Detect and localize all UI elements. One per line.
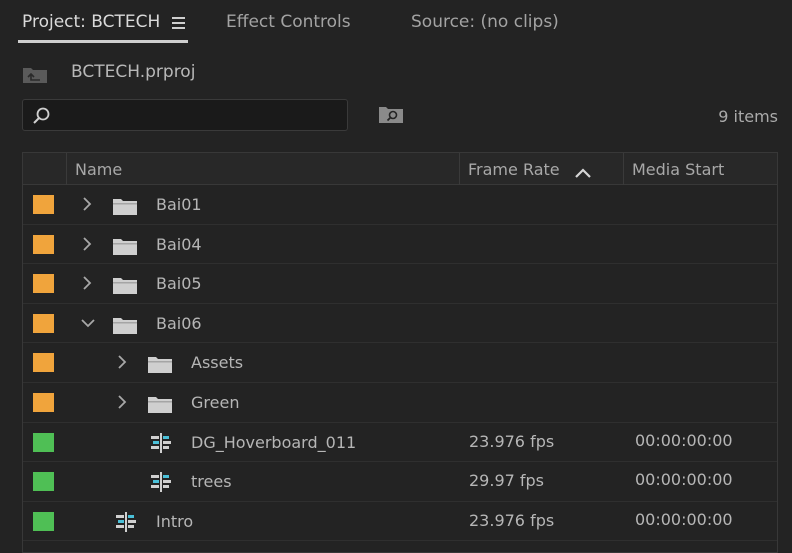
folder-icon [113,197,138,219]
item-name[interactable]: trees [191,472,232,491]
label-color-swatch[interactable] [33,511,54,531]
folder-icon [113,237,138,259]
tab-source[interactable]: Source: (no clips) [411,12,559,32]
chevron-right-icon[interactable] [80,236,94,256]
column-header-frame-rate[interactable]: Frame Rate [459,153,623,185]
active-tab-indicator [18,40,188,43]
folder-icon [113,276,138,298]
project-file-name: BCTECH.prproj [71,62,196,82]
item-name[interactable]: Intro [156,512,193,531]
table-row[interactable]: DG_Hoverboard_011 23.976 fps 00:00:00:00 [23,423,777,463]
table-row[interactable]: Green [23,383,777,423]
label-color-swatch[interactable] [33,274,54,294]
label-color-swatch[interactable] [33,313,54,333]
folder-icon [148,395,173,417]
table-row[interactable]: Bai05 [23,264,777,304]
tab-project[interactable]: Project: BCTECH [22,12,160,32]
column-header-media-start[interactable]: Media Start [623,153,777,185]
frame-rate-cell: 23.976 fps [469,510,555,530]
table-header: Name Frame Rate Media Start [23,153,777,185]
label-color-swatch[interactable] [33,234,54,254]
table-row[interactable]: trees 29.97 fps 00:00:00:00 [23,462,777,502]
label-color-swatch[interactable] [33,195,54,214]
table-row[interactable]: Intro 23.976 fps 00:00:00:00 [23,502,777,542]
item-name[interactable]: Bai04 [156,235,202,254]
label-color-swatch[interactable] [33,392,54,412]
sequence-icon [149,432,173,458]
column-header-name[interactable]: Name [66,153,459,185]
project-items-table: Name Frame Rate Media Start Bai01 Bai04 Ba… [22,152,778,553]
item-name[interactable]: Assets [191,353,243,372]
project-bin-icon[interactable] [22,64,48,88]
label-color-swatch[interactable] [33,353,54,373]
table-row[interactable]: Bai06 [23,304,777,344]
search-icon [31,106,51,130]
folder-icon [148,355,173,377]
chevron-right-icon[interactable] [115,394,129,414]
item-name[interactable]: Bai05 [156,274,202,293]
media-start-cell: 00:00:00:00 [635,509,733,529]
frame-rate-cell: 23.976 fps [469,431,555,451]
column-name-label: Name [75,160,123,179]
column-media-start-label: Media Start [632,160,725,179]
search-input[interactable] [57,104,347,128]
item-name[interactable]: Bai06 [156,314,202,333]
table-row[interactable]: Bai01 [23,185,777,225]
tab-effect-controls[interactable]: Effect Controls [226,12,351,32]
panel-tabs: Project: BCTECH Effect Controls Source: … [0,0,792,44]
frame-rate-cell: 29.97 fps [469,471,545,491]
column-frame-rate-label: Frame Rate [468,160,560,179]
search-box[interactable] [22,99,348,131]
item-name[interactable]: Green [191,393,239,412]
media-start-cell: 00:00:00:00 [635,430,733,450]
chevron-down-icon[interactable] [80,315,96,334]
item-count: 9 items [718,107,778,126]
panel-menu-icon[interactable] [172,17,185,29]
chevron-right-icon[interactable] [80,196,94,216]
table-row[interactable]: Assets [23,343,777,383]
folder-icon [113,316,138,338]
item-name[interactable]: DG_Hoverboard_011 [191,433,356,452]
label-color-swatch[interactable] [33,472,54,492]
item-name[interactable]: Bai01 [156,195,202,214]
label-color-swatch[interactable] [33,432,54,452]
find-in-bin-icon[interactable] [378,105,404,129]
media-start-cell: 00:00:00:00 [635,470,733,490]
sequence-icon [114,511,138,537]
sort-ascending-icon [574,164,592,183]
table-rows: Bai01 Bai04 Bai05 Bai06 Assets Green DG_Hoverb… [23,185,777,542]
sequence-icon [149,471,173,497]
chevron-right-icon[interactable] [115,354,129,374]
chevron-right-icon[interactable] [80,275,94,295]
table-row[interactable]: Bai04 [23,225,777,265]
